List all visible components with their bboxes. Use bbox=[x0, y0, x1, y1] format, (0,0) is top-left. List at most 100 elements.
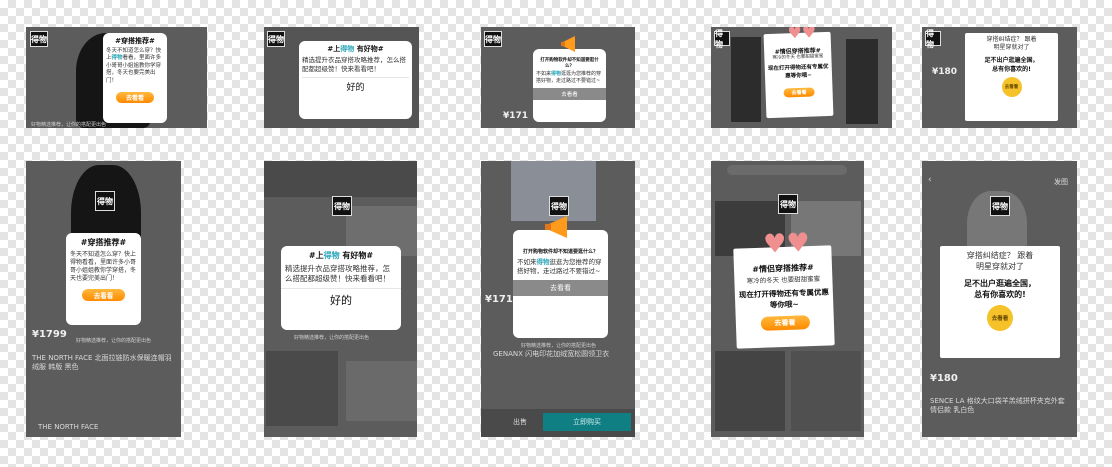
popup-card: 打开购物软件却不知道要逛什么？ 不如来得物逛逛为您推荐的穿搭好物，走过路过不要错… bbox=[533, 36, 606, 122]
product-title: GENANX 闪电印花加绒宽松圆领卫衣 bbox=[493, 350, 610, 358]
buy-button[interactable]: 立即购买 bbox=[543, 413, 631, 431]
body-text: 不如来 bbox=[536, 71, 552, 77]
price-label: ¥1799 bbox=[32, 329, 67, 340]
popup-card: ♥♥ #情侣穿搭推荐# 寒冷的冬天 也要甜甜蜜蜜 现在打开得物还有专属优惠等你哦… bbox=[763, 27, 834, 119]
go-see-button[interactable]: 去看看 bbox=[987, 304, 1013, 331]
popup-card: #上得物 有好物# 精选提升衣品穿搭攻略推荐，怎么搭配都超级赞！快来看看吧！ 好… bbox=[299, 41, 412, 119]
heart-icon: ♥♥ bbox=[787, 27, 817, 43]
screen-2: 得物 #上得物 有好物# 精选提升衣品穿搭攻略推荐，怎么搭配都超级赞！快来看看吧… bbox=[264, 27, 419, 128]
envelope-card: 穿搭纠结症？ 跟着 明星穿就对了 足不出户逛遍全国， 总有你喜欢的! 去看看 bbox=[940, 246, 1060, 358]
footer-note: 好物精选推荐，让你的搭配更出色 bbox=[76, 338, 152, 344]
go-see-button[interactable]: 去看看 bbox=[513, 279, 608, 296]
app-logo: 得物 bbox=[778, 194, 798, 214]
app-logo: 得物 bbox=[714, 29, 730, 49]
search-bar[interactable] bbox=[727, 165, 847, 175]
app-logo: 得物 bbox=[267, 31, 285, 47]
popup-body: 寒冷的冬天 也要甜甜蜜蜜 bbox=[746, 274, 821, 286]
offer-line: 总有你喜欢的! bbox=[992, 66, 1031, 74]
screen-4-large: 得物 ♥♥ #情侣穿搭推荐# 寒冷的冬天 也要甜甜蜜蜜 现在打开得物还有专属优惠… bbox=[711, 161, 864, 437]
popup-title: 打开购物软件却不知道要逛什么？ bbox=[522, 249, 598, 255]
popup-body: 寒冷的冬天 也要甜甜蜜蜜 bbox=[772, 54, 824, 61]
screen-1-large: 得物 #穿搭推荐# 冬天不知道怎么穿？快上得物看看，里面许多小哥哥小姐姐教你学穿… bbox=[26, 161, 181, 437]
app-logo: 得物 bbox=[990, 196, 1010, 216]
offer-text: 足不出户逛遍全国， 总有你喜欢的! bbox=[945, 278, 1055, 300]
go-see-button[interactable]: 去看看 bbox=[1001, 77, 1022, 98]
bottom-bar: 出售 立即购买 bbox=[481, 409, 635, 437]
app-logo: 得物 bbox=[549, 196, 569, 216]
screen-4: 得物 ♥♥ #情侣穿搭推荐# 寒冷的冬天 也要甜甜蜜蜜 现在打开得物还有专属优惠… bbox=[711, 27, 892, 128]
title-text: #上 bbox=[308, 251, 324, 260]
heart-icon: ♥♥ bbox=[762, 228, 811, 260]
product-title: SENCE LA 格纹大口袋羊羔绒拼杯夹克外套 情侣款 乳白色 bbox=[930, 397, 1065, 415]
brand-highlight: 得物 bbox=[323, 251, 340, 260]
popup-card: ♥♥ #情侣穿搭推荐# 寒冷的冬天 也要甜甜蜜蜜 现在打开得物还有专属优惠等你哦… bbox=[733, 228, 835, 349]
app-logo: 得物 bbox=[30, 31, 48, 47]
app-logo: 得物 bbox=[332, 196, 352, 216]
screen-2-large: 得物 #上得物 有好物# 精选提升衣品穿搭攻略推荐，怎么搭配都超级赞！快来看看吧… bbox=[264, 161, 417, 437]
popup-title: 穿搭纠结症？ 跟着 明星穿就对了 bbox=[968, 36, 1055, 52]
brand-footer: THE NORTH FACE bbox=[38, 423, 99, 431]
screen-3-large: 得物 打开购物软件却不知道要逛什么？ 不如来得物逛逛为您推荐的穿搭好物，走过路过… bbox=[481, 161, 635, 437]
popup-title: #穿搭推荐# bbox=[115, 37, 155, 45]
title-text: 穿搭纠结症？ 跟着 bbox=[986, 36, 1037, 43]
body-text: 不如来 bbox=[517, 258, 537, 266]
envelope-card: 穿搭纠结症？ 跟着 明星穿就对了 足不出户逛遍全国， 总有你喜欢的! 去看看 bbox=[965, 33, 1058, 121]
photo bbox=[846, 39, 878, 124]
popup-card: #穿搭推荐# 冬天不知道怎么穿？快上得物看看，里面许多小哥哥小姐姐教你学穿搭，冬… bbox=[103, 33, 167, 123]
go-see-button[interactable]: 去看看 bbox=[533, 87, 606, 100]
offer-line: 足不出户逛遍全国， bbox=[964, 278, 1036, 288]
brand-highlight: 得物 bbox=[340, 45, 355, 53]
price-label: ¥180 bbox=[932, 67, 958, 77]
brand-highlight: 得物 bbox=[111, 55, 123, 62]
go-see-button[interactable]: 去看看 bbox=[783, 87, 815, 98]
go-see-button[interactable]: 去看看 bbox=[760, 314, 810, 331]
title-text: 明星穿就对了 bbox=[976, 261, 1024, 271]
popup-title: #上得物 有好物# bbox=[285, 250, 397, 261]
popup-body: 不如来得物逛逛为您推荐的穿搭好物，走过路过不要错过~ bbox=[517, 258, 604, 276]
title-text: 有好物# bbox=[354, 45, 384, 53]
post-link[interactable]: 发图 bbox=[1054, 177, 1068, 187]
popup-body: 不如来得物逛逛为您推荐的穿搭好物，走过路过不要错过~ bbox=[536, 71, 603, 85]
popup-card: #上得物 有好物# 精选提升衣品穿搭攻略推荐，怎么搭配都超级赞！快来看看吧！ 好… bbox=[281, 246, 401, 330]
price-label: ¥171 bbox=[503, 111, 529, 121]
screen-5: 得物 ¥180 穿搭纠结症？ 跟着 明星穿就对了 足不出户逛遍全国， 总有你喜欢的!… bbox=[922, 27, 1077, 128]
footer-note: 好物精选推荐，让你的搭配更出色 bbox=[521, 343, 597, 349]
title-text: 穿搭纠结症？ 跟着 bbox=[966, 251, 1034, 260]
product-title: THE NORTH FACE 北面拉链防水保暖连帽羽绒服 韩版 黑色 bbox=[32, 354, 172, 372]
ok-button[interactable]: 好的 bbox=[302, 76, 409, 93]
sell-tab[interactable]: 出售 bbox=[513, 417, 527, 427]
footer-note: 好物精选推荐，让你的搭配更出色 bbox=[294, 335, 370, 341]
app-logo: 得物 bbox=[484, 31, 502, 47]
title-text: 明星穿就对了 bbox=[993, 44, 1030, 52]
screen-5-large: ‹ 发图 得物 穿搭纠结症？ 跟着 明星穿就对了 足不出户逛遍全国， 总有你喜欢的!… bbox=[922, 161, 1077, 437]
popup-body: 冬天不知道怎么穿？快上得物看看，里面许多小哥哥小姐姐教你学穿搭，冬天也要完美出门… bbox=[70, 251, 137, 283]
offer-line: 总有你喜欢的! bbox=[974, 289, 1026, 299]
popup-title: 穿搭纠结症？ 跟着 明星穿就对了 bbox=[945, 251, 1055, 273]
popup-title: #穿搭推荐# bbox=[80, 238, 127, 247]
photo bbox=[731, 37, 761, 122]
screen-1: 得物 #穿搭推荐# 冬天不知道怎么穿？快上得物看看，里面许多小哥哥小姐姐教你学穿… bbox=[26, 27, 207, 128]
popup-card: #穿搭推荐# 冬天不知道怎么穿？快上得物看看，里面许多小哥哥小姐姐教你学穿搭，冬… bbox=[66, 233, 141, 325]
back-icon[interactable]: ‹ bbox=[928, 175, 932, 185]
popup-body: 精选提升衣品穿搭攻略推荐，怎么搭配都超级赞！快来看看吧！ bbox=[302, 56, 406, 73]
ok-button[interactable]: 好的 bbox=[281, 288, 401, 308]
go-see-button[interactable]: 去看看 bbox=[81, 289, 126, 302]
brand-highlight: 得物 bbox=[536, 258, 550, 266]
go-see-button[interactable]: 去看看 bbox=[115, 92, 154, 104]
price-label: ¥180 bbox=[930, 373, 958, 384]
offer-text: 现在打开得物还有专属优惠等你哦~ bbox=[738, 287, 829, 310]
offer-line: 足不出户逛遍全国， bbox=[984, 57, 1039, 65]
photo bbox=[791, 351, 861, 431]
offer-text: 足不出户逛遍全国， 总有你喜欢的! bbox=[968, 55, 1055, 73]
megaphone-icon bbox=[545, 216, 567, 238]
photo bbox=[715, 351, 785, 431]
offer-text: 现在打开得物还有专属优惠等你哦~ bbox=[767, 64, 829, 80]
footer-note: 好物精选推荐，让你的搭配更出色 bbox=[31, 122, 107, 128]
popup-card: 打开购物软件却不知道要逛什么？ 不如来得物逛逛为您推荐的穿搭好物，走过路过不要错… bbox=[513, 216, 608, 338]
app-logo: 得物 bbox=[95, 191, 115, 211]
popup-body: 冬天不知道怎么穿？快上得物看看，里面许多小哥哥小姐姐教你学穿搭，冬天也要完美出门… bbox=[106, 48, 164, 85]
screen-3: 得物 打开购物软件却不知道要逛什么？ 不如来得物逛逛为您推荐的穿搭好物，走过路过… bbox=[481, 27, 635, 128]
popup-title: #上得物 有好物# bbox=[302, 44, 409, 54]
popup-title: 打开购物软件却不知道要逛什么？ bbox=[540, 58, 599, 69]
photo bbox=[346, 361, 417, 421]
